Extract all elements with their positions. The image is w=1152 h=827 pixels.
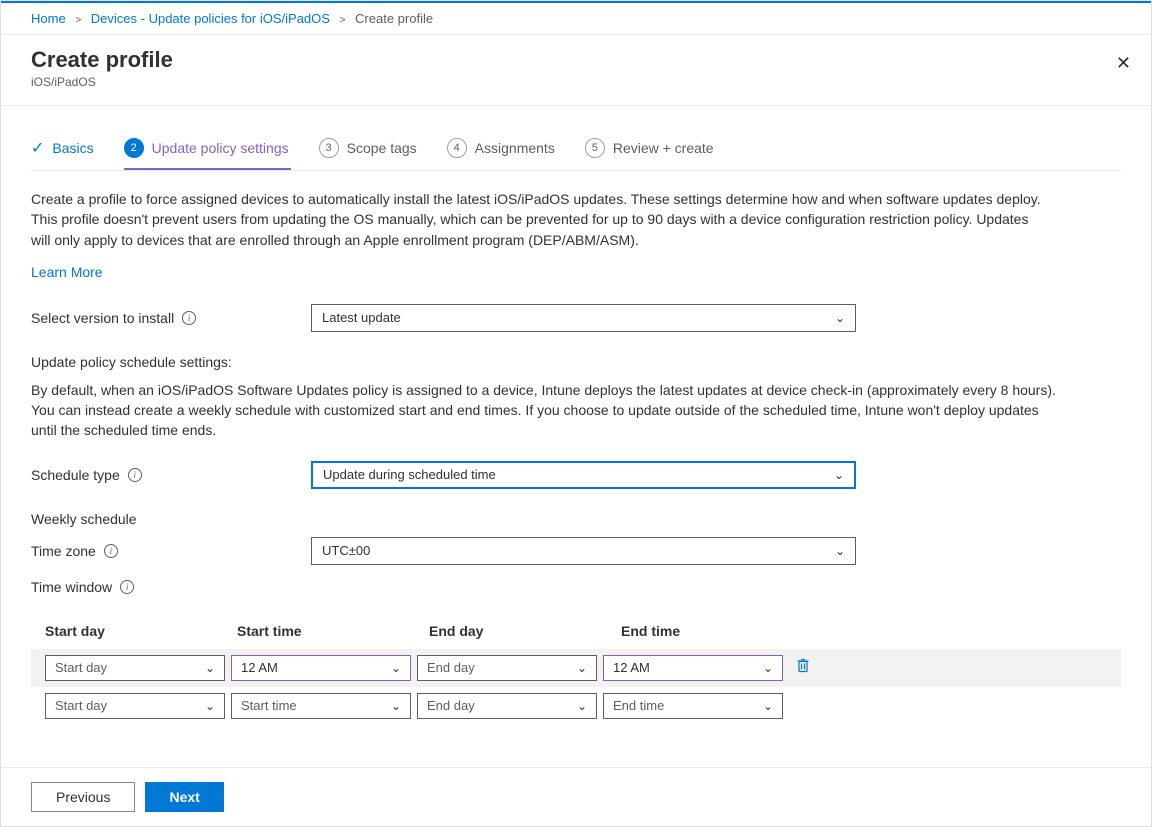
chevron-down-icon: ⌄ — [391, 699, 401, 713]
check-icon: ✓ — [31, 138, 44, 158]
col-start-time: Start time — [237, 623, 429, 639]
wizard-footer: Previous Next — [1, 767, 1151, 826]
step-number-icon: 3 — [319, 138, 339, 158]
chevron-down-icon: ⌄ — [391, 661, 401, 675]
chevron-down-icon: ⌄ — [763, 661, 773, 675]
tab-assignments[interactable]: 4 Assignments — [447, 130, 567, 170]
tab-label: Review + create — [613, 140, 714, 156]
schedule-type-label: Schedule type i — [31, 467, 311, 483]
chevron-down-icon: ⌄ — [577, 699, 587, 713]
time-zone-label: Time zone i — [31, 543, 311, 559]
dropdown-value: Latest update — [322, 310, 401, 325]
tab-review-create[interactable]: 5 Review + create — [585, 130, 726, 170]
breadcrumb-devices[interactable]: Devices - Update policies for iOS/iPadOS — [91, 11, 330, 26]
weekly-schedule-heading: Weekly schedule — [31, 511, 1121, 527]
schedule-settings-text: By default, when an iOS/iPadOS Software … — [31, 380, 1061, 441]
learn-more-link[interactable]: Learn More — [31, 264, 103, 280]
tab-update-policy-settings[interactable]: 2 Update policy settings — [124, 130, 301, 170]
time-window-label: Time window i — [31, 579, 311, 595]
delete-row-button[interactable] — [795, 657, 811, 678]
end-time-dropdown[interactable]: 12 AM ⌄ — [603, 655, 783, 681]
start-time-dropdown[interactable]: Start time ⌄ — [231, 693, 411, 719]
chevron-down-icon: ⌄ — [763, 699, 773, 713]
end-day-dropdown[interactable]: End day ⌄ — [417, 655, 597, 681]
wizard-tabs: ✓ Basics 2 Update policy settings 3 Scop… — [31, 106, 1121, 170]
close-icon[interactable]: ✕ — [1116, 53, 1131, 74]
col-end-time: End time — [621, 623, 813, 639]
tab-label: Assignments — [475, 140, 555, 156]
description-text: Create a profile to force assigned devic… — [31, 189, 1051, 250]
chevron-right-icon: > — [75, 15, 81, 26]
version-dropdown[interactable]: Latest update ⌄ — [311, 304, 856, 332]
end-day-dropdown[interactable]: End day ⌄ — [417, 693, 597, 719]
table-row: Start day ⌄ 12 AM ⌄ End day ⌄ 12 AM ⌄ — [31, 649, 1121, 687]
info-icon[interactable]: i — [120, 580, 134, 594]
col-end-day: End day — [429, 623, 621, 639]
step-number-icon: 2 — [124, 138, 144, 158]
start-day-dropdown[interactable]: Start day ⌄ — [45, 693, 225, 719]
chevron-down-icon: ⌄ — [205, 699, 215, 713]
table-header-row: Start day Start time End day End time — [31, 613, 1121, 649]
page-title: Create profile — [31, 47, 1121, 73]
chevron-down-icon: ⌄ — [835, 311, 845, 325]
chevron-down-icon: ⌄ — [577, 661, 587, 675]
start-day-dropdown[interactable]: Start day ⌄ — [45, 655, 225, 681]
dropdown-value: Update during scheduled time — [323, 467, 496, 482]
breadcrumb-current: Create profile — [355, 11, 433, 26]
table-row: Start day ⌄ Start time ⌄ End day ⌄ End t… — [31, 687, 1121, 725]
step-number-icon: 4 — [447, 138, 467, 158]
tab-basics[interactable]: ✓ Basics — [31, 130, 106, 170]
next-button[interactable]: Next — [145, 782, 223, 812]
chevron-right-icon: > — [340, 15, 346, 26]
time-zone-dropdown[interactable]: UTC±00 ⌄ — [311, 537, 856, 565]
step-number-icon: 5 — [585, 138, 605, 158]
tab-label: Scope tags — [347, 140, 417, 156]
info-icon[interactable]: i — [182, 311, 196, 325]
previous-button[interactable]: Previous — [31, 782, 135, 812]
start-time-dropdown[interactable]: 12 AM ⌄ — [231, 655, 411, 681]
chevron-down-icon: ⌄ — [205, 661, 215, 675]
chevron-down-icon: ⌄ — [835, 544, 845, 558]
info-icon[interactable]: i — [128, 468, 142, 482]
tab-label: Basics — [52, 140, 93, 156]
schedule-settings-heading: Update policy schedule settings: — [31, 354, 1121, 370]
page-header: Create profile iOS/iPadOS ✕ — [1, 35, 1151, 106]
version-label: Select version to install i — [31, 310, 311, 326]
schedule-type-dropdown[interactable]: Update during scheduled time ⌄ — [311, 461, 856, 489]
dropdown-value: UTC±00 — [322, 543, 370, 558]
trash-icon — [795, 657, 811, 673]
info-icon[interactable]: i — [104, 544, 118, 558]
breadcrumb-home[interactable]: Home — [31, 11, 66, 26]
end-time-dropdown[interactable]: End time ⌄ — [603, 693, 783, 719]
tab-scope-tags[interactable]: 3 Scope tags — [319, 130, 429, 170]
tab-label: Update policy settings — [152, 140, 289, 156]
col-start-day: Start day — [45, 623, 237, 639]
chevron-down-icon: ⌄ — [834, 468, 844, 482]
breadcrumb: Home > Devices - Update policies for iOS… — [1, 3, 1151, 35]
time-window-table: Start day Start time End day End time St… — [31, 613, 1121, 725]
page-subtitle: iOS/iPadOS — [31, 75, 1121, 89]
